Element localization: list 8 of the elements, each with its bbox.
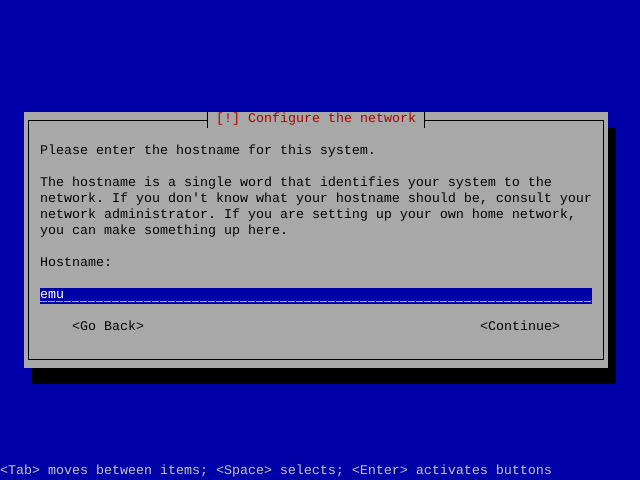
hostname-label: Hostname: bbox=[40, 256, 113, 272]
status-hint: <Tab> moves between items; <Space> selects; <Enter> activates buttons bbox=[0, 464, 553, 480]
go-back-button[interactable]: <Go Back> bbox=[72, 320, 144, 336]
description-text: The hostname is a single word that identifies your system to the network. If you don't know what your hostname should be, consult your network administrator. If you are setting up your own home network, you can make something up here. bbox=[40, 176, 593, 240]
continue-button[interactable]: <Continue> bbox=[480, 320, 560, 336]
prompt-text: Please enter the hostname for this system. bbox=[40, 144, 377, 160]
dialog-title: [!] Configure the network bbox=[207, 112, 425, 128]
hostname-field[interactable]: emu bbox=[40, 288, 592, 304]
